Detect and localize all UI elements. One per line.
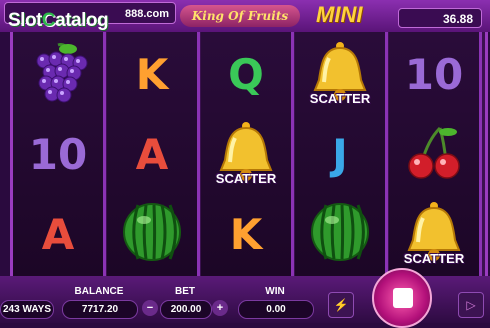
reel-symbol: A bbox=[13, 194, 103, 274]
reel-symbol: K bbox=[201, 194, 291, 274]
win-label: WIN bbox=[265, 286, 285, 297]
reel-1: 10 A bbox=[13, 32, 106, 276]
spin-icon bbox=[393, 288, 413, 308]
reel-symbol: 10 bbox=[13, 114, 103, 194]
turbo-button[interactable]: ⚡ bbox=[328, 292, 354, 318]
logo-text-1: Slot bbox=[8, 10, 42, 31]
reel-symbol bbox=[295, 194, 385, 274]
game-title: King Of Fruits bbox=[180, 5, 300, 27]
logo-text-3: atalog bbox=[55, 10, 109, 31]
letter-symbol: K bbox=[135, 49, 169, 99]
reel-symbol bbox=[13, 34, 103, 114]
win-value: 0.00 bbox=[238, 300, 314, 319]
top-bar: 888.com SlotCatalog King Of Fruits MINI … bbox=[0, 0, 490, 32]
reel-symbol: J bbox=[295, 114, 385, 194]
reel-symbol: Q bbox=[201, 34, 291, 114]
grapes-icon bbox=[28, 41, 88, 108]
scatter-label: SCATTER bbox=[309, 91, 371, 106]
logo-text-2: C bbox=[41, 10, 56, 31]
reel-symbol: A bbox=[107, 114, 197, 194]
reel-symbol bbox=[389, 114, 479, 194]
letter-symbol: 10 bbox=[404, 49, 464, 99]
watermelon-icon bbox=[120, 200, 184, 269]
reel-symbol: SCATTER bbox=[389, 194, 479, 274]
autoplay-button[interactable]: ▷ bbox=[458, 292, 484, 318]
bet-value: 200.00 bbox=[160, 300, 212, 319]
letter-symbol: J bbox=[332, 129, 348, 179]
reel-2: KA bbox=[107, 32, 200, 276]
logo: SlotCatalog bbox=[8, 10, 109, 32]
letter-symbol: A bbox=[135, 129, 169, 179]
balance-label: BALANCE bbox=[74, 286, 124, 297]
scatter-label: SCATTER bbox=[215, 171, 277, 186]
spin-button[interactable] bbox=[372, 268, 432, 328]
reel-5: 10 SCATTER bbox=[389, 32, 482, 276]
reel-symbol: K bbox=[107, 34, 197, 114]
balance-value: 7717.20 bbox=[62, 300, 138, 319]
bet-decrease-button[interactable]: − bbox=[142, 300, 158, 316]
reel-4: SCATTER J bbox=[295, 32, 388, 276]
bet-increase-button[interactable]: + bbox=[212, 300, 228, 316]
reel-symbol: 10 bbox=[389, 34, 479, 114]
ways-display: 243 WAYS bbox=[0, 300, 54, 319]
letter-symbol: K bbox=[229, 209, 263, 259]
letter-symbol: A bbox=[41, 209, 75, 259]
watermelon-icon bbox=[308, 200, 372, 269]
letter-symbol: Q bbox=[228, 49, 264, 99]
mini-jackpot-label: MINI bbox=[316, 2, 363, 27]
scatter-label: SCATTER bbox=[403, 251, 465, 266]
reel-symbol: SCATTER bbox=[295, 34, 385, 114]
mini-jackpot-value: 36.88 bbox=[398, 8, 482, 28]
bet-label: BET bbox=[175, 286, 195, 297]
reels-area: 10 A K A Q SCATTER K SCATTER J 10 SCATTER bbox=[10, 32, 488, 276]
autoplay-icon: ▷ bbox=[466, 298, 476, 312]
cherries-icon bbox=[404, 122, 464, 187]
reel-symbol bbox=[107, 194, 197, 274]
lightning-icon: ⚡ bbox=[333, 298, 349, 312]
reel-3: Q SCATTER K bbox=[201, 32, 294, 276]
reel-symbol: SCATTER bbox=[201, 114, 291, 194]
letter-symbol: 10 bbox=[28, 129, 88, 179]
